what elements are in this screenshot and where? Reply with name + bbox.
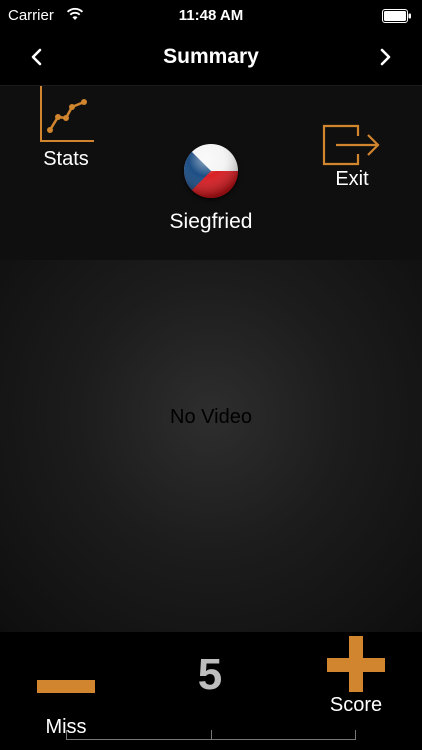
score-button[interactable]: Score [318, 632, 394, 742]
score-scale [66, 730, 356, 740]
summary-header: Stats Siegfried Exit [0, 86, 422, 260]
exit-button[interactable]: Exit [318, 124, 386, 191]
plus-icon [349, 636, 363, 692]
miss-button[interactable]: Miss [28, 654, 104, 742]
score-controls: Miss 5 Score [0, 632, 422, 750]
exit-label: Exit [335, 168, 369, 190]
scale-midpoint [211, 730, 212, 740]
status-time: 11:48 AM [178, 7, 244, 24]
stats-button[interactable]: Stats [32, 86, 100, 171]
video-player[interactable]: No Video [0, 260, 422, 632]
player-profile: Siegfried [150, 144, 272, 234]
no-video-message: No Video [170, 406, 252, 428]
player-name: Siegfried [169, 210, 253, 233]
chart-icon [40, 86, 94, 142]
navigation-bar: Summary [0, 30, 422, 86]
page-title: Summary [163, 45, 259, 68]
exit-icon [322, 124, 380, 166]
score-label: Score [329, 694, 383, 716]
czech-flag-icon [184, 144, 238, 198]
minus-icon [37, 680, 95, 693]
forward-chevron-icon[interactable] [376, 46, 394, 68]
score-value: 5 [197, 650, 223, 699]
status-bar: Carrier 11:48 AM [0, 0, 422, 30]
stats-label: Stats [43, 148, 89, 170]
battery-icon [382, 9, 411, 23]
